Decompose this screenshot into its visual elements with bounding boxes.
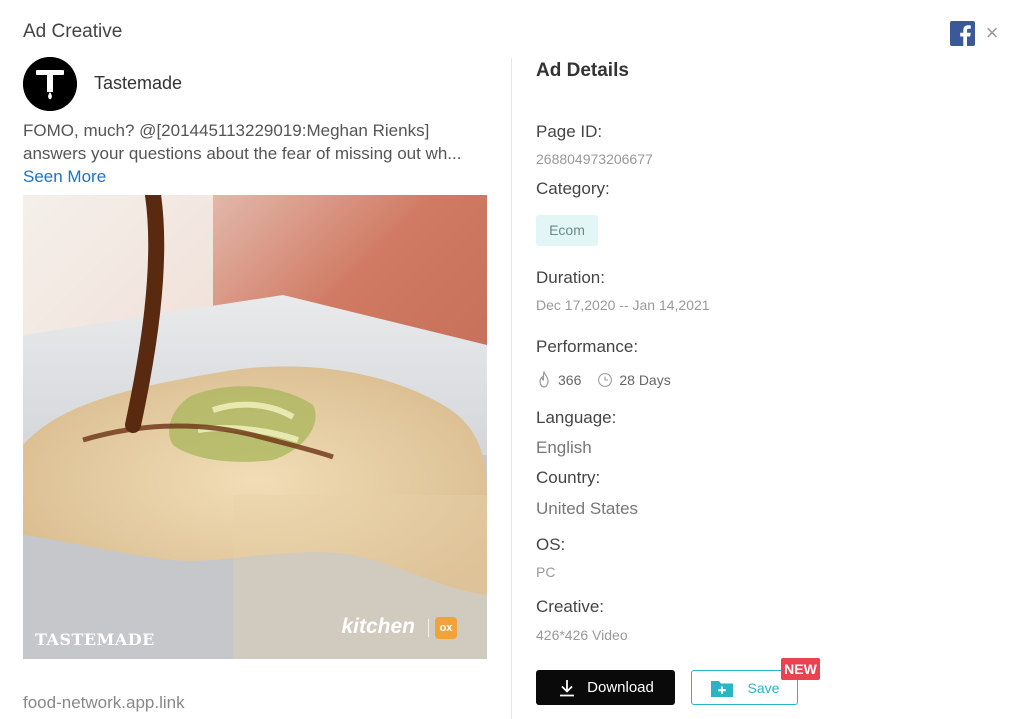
country-value: United States: [536, 499, 639, 518]
media-watermark-divider: [428, 619, 429, 637]
advertiser-name[interactable]: Tastemade: [94, 73, 182, 94]
page-id-value: 268804973206677: [536, 151, 653, 167]
clock-icon: [598, 373, 613, 387]
column-divider: [511, 58, 512, 719]
close-icon[interactable]: ×: [984, 22, 1000, 44]
duration-label: Duration:: [536, 268, 605, 287]
performance-stats: 366 28 Days: [536, 369, 687, 391]
performance-label: Performance:: [536, 337, 639, 356]
days-count: 28 Days: [619, 372, 671, 388]
days-stat: 28 Days: [597, 371, 671, 389]
media-partner-badge: ox: [435, 617, 457, 639]
language-label: Language:: [536, 408, 617, 427]
tastemade-logo-icon: [23, 57, 77, 111]
duration-value: Dec 17,2020 -- Jan 14,2021: [536, 297, 710, 313]
details-title: Ad Details: [536, 60, 629, 81]
facebook-icon[interactable]: [950, 21, 975, 46]
modal-title: Ad Creative: [23, 21, 123, 42]
ad-video-frame: [23, 195, 487, 659]
likes-count: 366: [558, 372, 582, 388]
creative-label: Creative:: [536, 597, 605, 616]
country-label: Country:: [536, 468, 601, 487]
ad-text: FOMO, much? @[201445113229019:Meghan Rie…: [23, 119, 463, 188]
language-value: English: [536, 438, 592, 457]
new-badge: NEW: [781, 658, 820, 680]
likes-stat: 366: [536, 371, 581, 389]
download-icon: [560, 679, 575, 696]
fire-icon: [539, 371, 549, 388]
ad-body-text: FOMO, much? @[201445113229019:Meghan Rie…: [23, 121, 462, 163]
category-label: Category:: [536, 179, 610, 198]
creative-value: 426*426 Video: [536, 627, 628, 643]
folder-add-icon: [710, 680, 733, 697]
seen-more-link[interactable]: Seen More: [23, 167, 106, 186]
os-value: PC: [536, 564, 556, 580]
ad-destination-link[interactable]: food-network.app.link: [23, 693, 185, 713]
os-label: OS:: [536, 535, 566, 554]
media-kitchen-watermark: kitchen: [341, 615, 415, 638]
advertiser-avatar[interactable]: [23, 57, 77, 111]
media-brand-watermark: TASTEMADE: [35, 630, 155, 649]
save-label: Save: [747, 679, 780, 696]
page-id-label: Page ID:: [536, 122, 603, 141]
category-tag[interactable]: Ecom: [536, 215, 598, 246]
download-label: Download: [587, 679, 654, 696]
ad-video[interactable]: TASTEMADE kitchen ox: [23, 195, 487, 659]
download-button[interactable]: Download: [536, 670, 675, 705]
